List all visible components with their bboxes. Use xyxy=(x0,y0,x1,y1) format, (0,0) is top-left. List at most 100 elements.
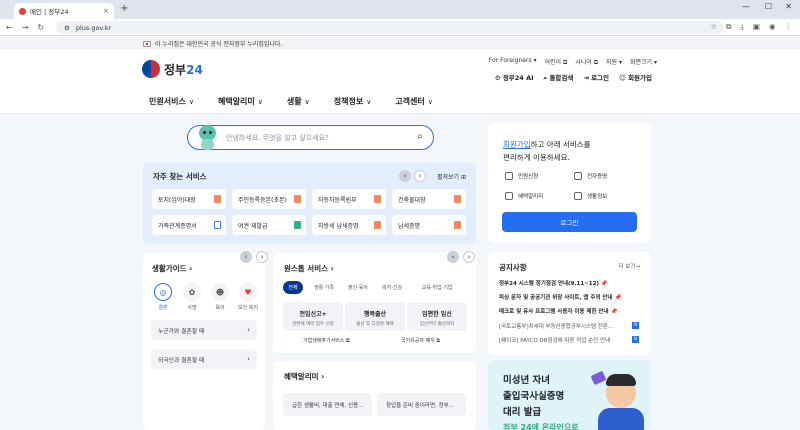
service-item[interactable]: 주민등록등본(초본) xyxy=(232,189,306,209)
service-item[interactable]: 가족관계증명서 xyxy=(152,215,226,235)
service-item[interactable]: 건축물대장 xyxy=(392,189,466,209)
chip-welfare-health[interactable]: 복지·건강 xyxy=(376,281,408,294)
onestop-card[interactable]: 전입신고+ 한번에 여러 업무 신청 xyxy=(283,302,343,331)
site-logo[interactable]: 정부24 xyxy=(142,60,203,78)
search-placeholder: 안녕하세요. 무엇을 알고 싶으세요? xyxy=(226,133,329,142)
tab-close-icon[interactable]: × xyxy=(103,7,109,15)
service-item[interactable]: 지방세 납세증명 xyxy=(312,215,386,235)
browser-tabstrip: 메인 | 정부24 × + — ☐ ✕ xyxy=(0,0,800,19)
chip-education-job[interactable]: 교육·취업·기업 xyxy=(412,281,462,294)
nav-customer-center[interactable]: 고객센터 ∨ xyxy=(395,96,433,107)
heart-icon: ♥ xyxy=(239,283,257,301)
guide-item[interactable]: 외국인과 결혼할 때 › xyxy=(151,349,257,369)
tab-title: 메인 | 정부24 xyxy=(30,8,69,16)
reload-icon[interactable]: ↻ xyxy=(37,23,44,32)
maximize-icon[interactable]: ☐ xyxy=(765,2,772,11)
menu-icon[interactable]: ⋮ xyxy=(785,22,793,32)
onestop-prev-button[interactable]: ‹ xyxy=(447,251,459,263)
for-foreigners-link[interactable]: For Foreigners ▾ xyxy=(489,57,537,67)
business-lifecycle-link[interactable]: 기업생애주기서비스 ⧉ xyxy=(303,337,350,344)
onestop-card[interactable]: 임편한 임신 임신부터 출산까지 xyxy=(407,302,467,331)
life-guide-title[interactable]: 생활가이드 › xyxy=(152,263,192,274)
veterans-link[interactable]: 국가유공자 예우 ⧉ xyxy=(401,337,440,344)
chip-life-family[interactable]: 생활·가족 xyxy=(307,281,341,294)
browser-tab[interactable]: 메인 | 정부24 × xyxy=(14,3,114,19)
gov24-ai-button[interactable]: ⚙ 정부24 AI xyxy=(495,72,534,83)
chip-birth-childcare[interactable]: 출산·육아 xyxy=(343,281,373,294)
guide-category-childcare[interactable]: ☻ 육아 xyxy=(209,283,231,311)
nav-benefits[interactable]: 혜택알리미 ∨ xyxy=(218,96,263,107)
guide-item[interactable]: 누군가와 결혼할 때 › xyxy=(151,320,257,340)
quick-civil-apply[interactable]: 민원신청 xyxy=(505,172,538,180)
forward-icon[interactable]: → xyxy=(22,23,29,32)
notice-item[interactable]: [국토교통부]차세대 부동산종합공부시스템 전환… N xyxy=(499,322,639,330)
search-input[interactable]: 안녕하세요. 무엇을 알고 싶으세요? ⌕ xyxy=(187,125,434,150)
banner-line: 대리 발급 xyxy=(503,407,542,418)
guide-next-button[interactable]: › xyxy=(256,251,268,263)
baby-icon: ☻ xyxy=(211,283,229,301)
download-icon[interactable]: ⤓ xyxy=(741,22,744,32)
guide-category-welfare[interactable]: ♥ 보건·복지 xyxy=(237,283,259,311)
site-info-icon[interactable]: ⚙ xyxy=(64,24,70,32)
onestop-panel: 원스톱 서비스 › ‹ › 전체 생활·가족 출산·육아 복지·건강 교육·취업… xyxy=(273,251,476,353)
taegeuk-logo-icon xyxy=(142,60,160,78)
frequent-title: 자주 찾는 서비스 xyxy=(153,172,207,181)
service-item[interactable]: 자동차등록원부 xyxy=(312,189,386,209)
signup-inline-link[interactable]: 회원가입 xyxy=(503,140,531,149)
quick-e-certificate[interactable]: 전자증명 xyxy=(574,172,607,180)
service-item[interactable]: 납세증명 xyxy=(392,215,466,235)
senior-link[interactable]: 시니어 ⧉ xyxy=(575,57,598,67)
profile-icon[interactable]: ◉ xyxy=(769,22,776,32)
quick-benefit-alert[interactable]: 혜택알리미 xyxy=(505,192,543,200)
notice-item[interactable]: 정부24 시스템 정기점검 안내(9.11~12) 📌 xyxy=(499,279,639,287)
guide-category-marriage[interactable]: ◎ 결혼 xyxy=(152,283,174,311)
close-window-icon[interactable]: ✕ xyxy=(785,2,792,11)
notice-item[interactable]: [페이코] PAYCO DB점검에 따른 작업 순단 안내 N xyxy=(499,336,639,344)
benefit-card[interactable]: 급한 생활비, 대출 연체, 신용… xyxy=(283,393,372,416)
new-tab-button[interactable]: + xyxy=(120,3,128,14)
onestop-card[interactable]: 행복출산 출산 후 다양한 혜택 xyxy=(345,302,405,331)
notice-item[interactable]: 매크로 및 유사 프로그램 사용자 이용 제한 안내 📌 xyxy=(499,307,639,315)
gov-notice-text[interactable]: 이 누리집은 대한민국 공식 전자정부 누리집입니다. xyxy=(155,39,282,48)
service-item[interactable]: 여권 재발급 xyxy=(232,215,306,235)
bookmark-star-icon[interactable]: ☆ xyxy=(710,22,717,32)
signup-link[interactable]: ☺ 회원가입 xyxy=(619,72,652,83)
login-button[interactable]: 로그인 xyxy=(502,212,637,232)
search-icon[interactable]: ⌕ xyxy=(417,131,423,142)
screen-size-link[interactable]: 화면크기 ▾ xyxy=(630,57,657,67)
guide-prev-button[interactable]: ‹ xyxy=(240,251,252,263)
kids-link[interactable]: 어린이 ⧉ xyxy=(545,57,568,67)
side-panel-icon[interactable]: ▣ xyxy=(753,22,760,32)
chip-all[interactable]: 전체 xyxy=(283,281,303,294)
benefit-title[interactable]: 혜택알리미 › xyxy=(284,371,324,382)
document-icon xyxy=(294,195,301,203)
frequent-prev-button[interactable]: ‹ xyxy=(399,170,411,182)
nav-civil-service[interactable]: 민원서비스 ∨ xyxy=(149,96,194,107)
frequent-next-button[interactable]: › xyxy=(414,170,426,182)
login-message: 회원가입하고 아래 서비스를 편리하게 이용하세요. xyxy=(503,140,591,162)
chevron-right-icon: › xyxy=(247,326,250,334)
notice-title: 공지사항 xyxy=(499,263,527,272)
benefit-card[interactable]: 창업을 준비 중이라면, 정부… xyxy=(377,393,466,416)
mascot-icon xyxy=(195,121,221,151)
minimize-icon[interactable]: — xyxy=(742,2,750,11)
guide-category-death[interactable]: ✿ 사망 xyxy=(181,283,203,311)
nav-life[interactable]: 생활 ∨ xyxy=(287,96,310,107)
promo-banner[interactable]: 미성년 자녀 출입국사실증명 대리 발급 정부 24에 온라인으로 xyxy=(488,360,651,430)
benefit-alert-panel: 혜택알리미 › 급한 생활비, 대출 연체, 신용… 창업을 준비 중이라면, … xyxy=(273,361,476,430)
service-item[interactable]: 토지(임야)대장 xyxy=(152,189,226,209)
nav-policy[interactable]: 정책정보 ∨ xyxy=(334,96,372,107)
support-link[interactable]: 지원 ▾ xyxy=(606,57,622,67)
onestop-next-button[interactable]: › xyxy=(463,251,475,263)
notice-more-link[interactable]: 더 보기→ xyxy=(618,262,640,270)
onestop-title[interactable]: 원스톱 서비스 › xyxy=(284,263,334,274)
notice-item[interactable]: 피싱 문자 및 공공기관 위장 사이트, 앱 주의 안내 📌 xyxy=(499,293,639,301)
back-icon[interactable]: ← xyxy=(6,23,13,32)
address-bar[interactable]: ⚙ plus.gov.kr xyxy=(56,21,724,34)
chevron-right-icon: › xyxy=(247,355,250,363)
frequent-expand-button[interactable]: 펼쳐보기 ⊞ xyxy=(437,172,466,181)
extensions-icon[interactable]: ⧉ xyxy=(726,22,731,32)
login-link[interactable]: ⇥ 로그인 xyxy=(583,72,609,83)
quick-life-info[interactable]: 생활정보 xyxy=(574,192,607,200)
integrated-search-button[interactable]: ⌕ 통합검색 xyxy=(544,72,574,83)
